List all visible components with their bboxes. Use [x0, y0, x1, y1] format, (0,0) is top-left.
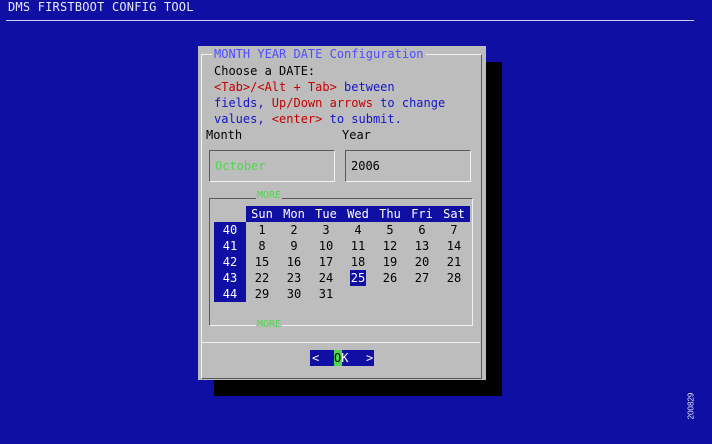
calendar-day[interactable]: 1: [246, 222, 278, 238]
calendar-day[interactable]: 4: [342, 222, 374, 238]
app-title: DMS FIRSTBOOT CONFIG TOOL: [8, 0, 194, 14]
help-line-2: fields, Up/Down arrows to change: [214, 95, 445, 111]
ok-button[interactable]: < OK >: [310, 350, 374, 366]
year-label: Year: [342, 128, 371, 142]
help-text: to submit.: [322, 112, 402, 126]
month-value: October: [215, 159, 266, 173]
date-dialog: MONTH YEAR DATE Configuration Choose a D…: [198, 46, 486, 380]
year-field[interactable]: 2006: [345, 150, 471, 182]
dialog-title: MONTH YEAR DATE Configuration: [212, 46, 426, 62]
week-number: 41: [222, 239, 238, 253]
calendar-header: Sun Mon Tue Wed Thu Fri Sat: [246, 206, 470, 222]
button-separator: [202, 342, 480, 343]
calendar-day[interactable]: 17: [310, 254, 342, 270]
ok-right-bracket: >: [366, 351, 374, 365]
more-indicator-bottom: MORE: [256, 319, 283, 331]
calendar-day[interactable]: 14: [438, 238, 470, 254]
calendar-day[interactable]: 30: [278, 286, 310, 302]
help-keys-arrows: Up/Down arrows: [271, 96, 373, 110]
calendar-day[interactable]: 15: [246, 254, 278, 270]
figure-id: 200829: [686, 380, 710, 430]
help-line-1: <Tab>/<Alt + Tab> between: [214, 79, 395, 95]
title-rule: [6, 20, 694, 21]
calendar-day[interactable]: 3: [310, 222, 342, 238]
selected-day[interactable]: 25: [342, 270, 374, 286]
figure-id-text: 200829: [686, 392, 696, 420]
help-keys-tab: <Tab>/<Alt + Tab>: [214, 80, 337, 94]
week-number: 42: [222, 255, 238, 269]
ok-label: OK: [334, 350, 348, 366]
calendar-day[interactable]: 11: [342, 238, 374, 254]
help-text: fields,: [214, 96, 272, 110]
day-of-week-wed: Wed: [347, 207, 369, 221]
calendar-day[interactable]: 6: [406, 222, 438, 238]
day-of-week-sun: Sun: [251, 207, 273, 221]
calendar-day[interactable]: 7: [438, 222, 470, 238]
calendar-day[interactable]: 8: [246, 238, 278, 254]
calendar-day[interactable]: 21: [438, 254, 470, 270]
week-number-column: 40 41 42 43 44: [214, 222, 246, 302]
calendar-day[interactable]: 31: [310, 286, 342, 302]
day-of-week-fri: Fri: [411, 207, 433, 221]
day-of-week-sat: Sat: [443, 207, 465, 221]
year-value: 2006: [351, 159, 380, 173]
dialog-prompt: Choose a DATE:: [214, 64, 316, 78]
calendar-day[interactable]: 27: [406, 270, 438, 286]
help-text: values,: [214, 112, 272, 126]
help-keys-enter: <enter>: [271, 112, 323, 126]
week-number: 44: [222, 287, 238, 301]
day-of-week-tue: Tue: [315, 207, 337, 221]
week-number: 43: [222, 271, 238, 285]
calendar-day[interactable]: 19: [374, 254, 406, 270]
calendar-day[interactable]: 18: [342, 254, 374, 270]
calendar-day[interactable]: 23: [278, 270, 310, 286]
month-label: Month: [206, 128, 243, 142]
calendar-day[interactable]: 10: [310, 238, 342, 254]
help-text: between: [336, 80, 395, 94]
calendar-day[interactable]: 12: [374, 238, 406, 254]
month-field[interactable]: October: [209, 150, 335, 182]
more-indicator-top: MORE: [256, 190, 283, 202]
ok-label-k: K: [341, 351, 349, 365]
calendar-day[interactable]: 9: [278, 238, 310, 254]
help-text: to change: [372, 96, 446, 110]
calendar-day[interactable]: 16: [278, 254, 310, 270]
calendar-day[interactable]: 20: [406, 254, 438, 270]
day-of-week-mon: Mon: [283, 207, 305, 221]
day-of-week-thu: Thu: [379, 207, 401, 221]
help-line-3: values, <enter> to submit.: [214, 111, 402, 127]
calendar-day[interactable]: 28: [438, 270, 470, 286]
calendar-day[interactable]: 26: [374, 270, 406, 286]
calendar-day[interactable]: 24: [310, 270, 342, 286]
calendar-day[interactable]: 5: [374, 222, 406, 238]
week-number: 40: [222, 223, 238, 237]
calendar-day[interactable]: 29: [246, 286, 278, 302]
calendar-day[interactable]: 2: [278, 222, 310, 238]
calendar-day[interactable]: 13: [406, 238, 438, 254]
calendar-day[interactable]: 22: [246, 270, 278, 286]
ok-left-bracket: <: [312, 351, 320, 365]
